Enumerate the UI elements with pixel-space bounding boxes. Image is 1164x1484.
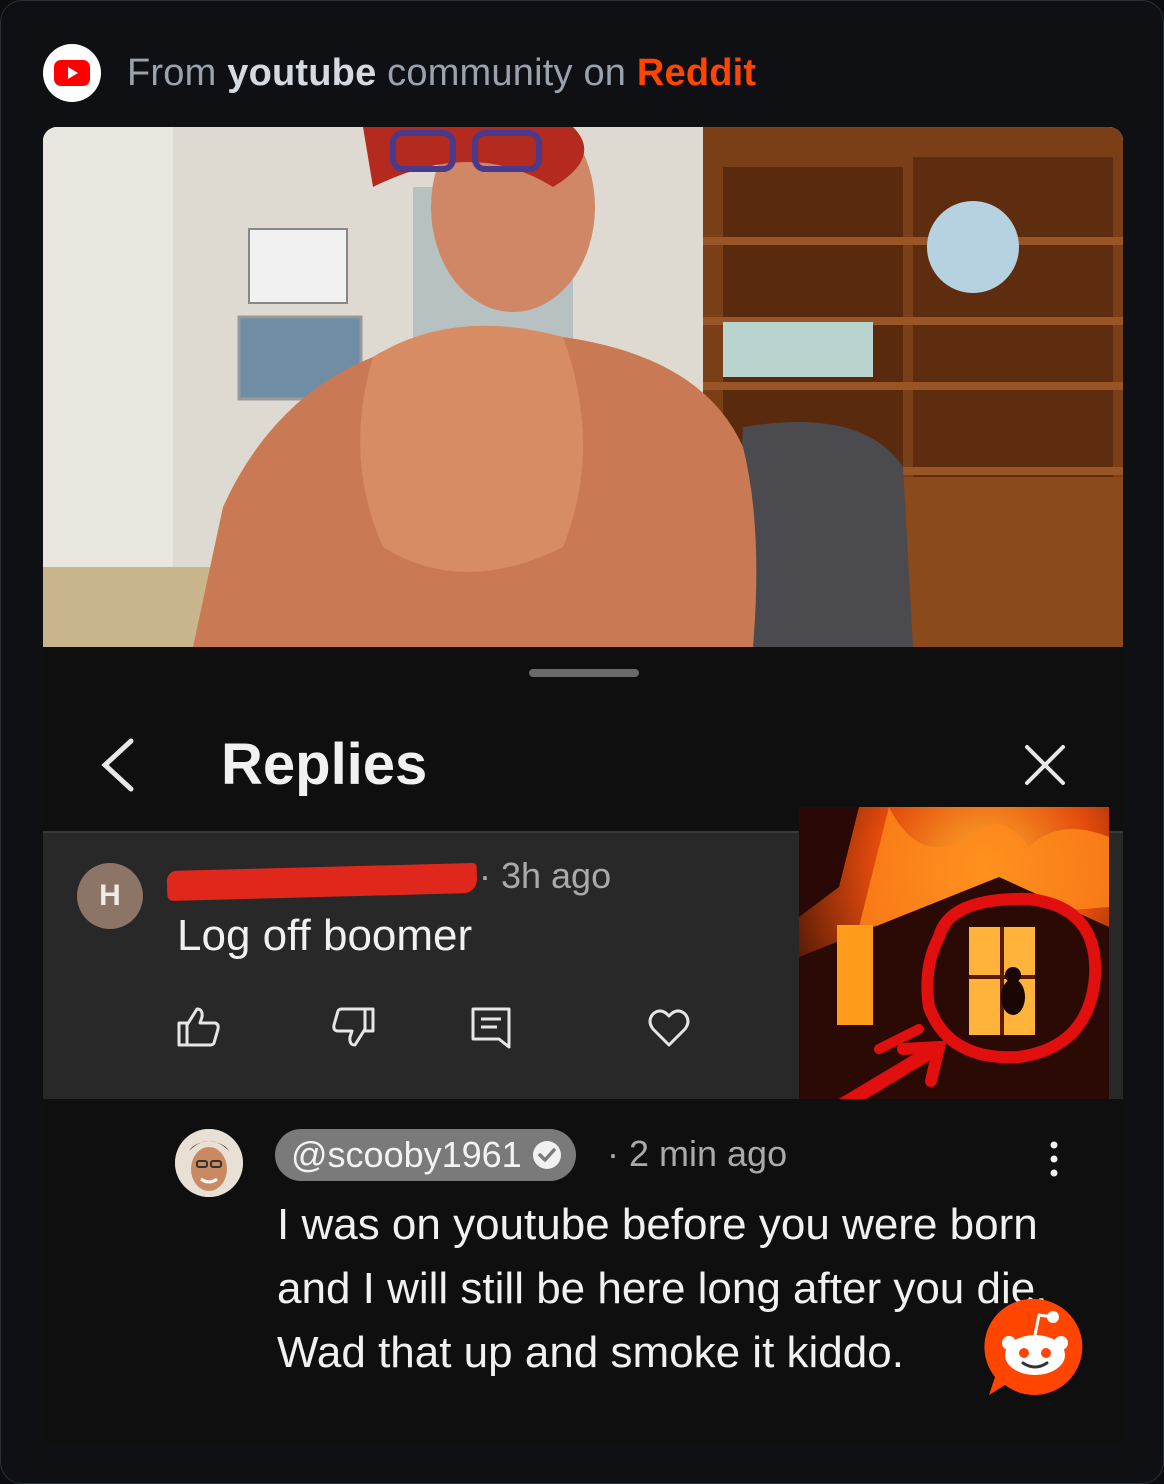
replies-screenshot: Replies H · 3h ago Log off boomer @scoob… (43, 647, 1123, 1443)
chevron-left-icon[interactable] (99, 737, 139, 793)
youtube-logo-icon (43, 44, 101, 102)
source-label: From youtube community on Reddit (127, 51, 757, 94)
more-vertical-icon[interactable] (1047, 1139, 1061, 1179)
channel-handle[interactable]: @scooby1961 (275, 1129, 576, 1181)
reddit-snoo-icon (984, 1298, 1083, 1395)
community-link[interactable]: youtube (227, 52, 376, 94)
heart-icon[interactable] (645, 1003, 693, 1051)
avatar[interactable] (175, 1129, 243, 1197)
comment-time: · 3h ago (479, 855, 612, 896)
reddit-link[interactable]: Reddit (637, 52, 756, 94)
reply-icon[interactable] (467, 1003, 515, 1051)
comment-time: · 2 min ago (607, 1133, 788, 1174)
drag-handle[interactable] (529, 669, 639, 677)
avatar[interactable]: H (77, 863, 143, 929)
thumbs-up-icon[interactable] (175, 1003, 223, 1051)
post-card: From youtube community on Reddit Replies… (0, 0, 1164, 1484)
check-circle-icon (532, 1141, 561, 1169)
comment-text: I was on youtube before you were born an… (277, 1200, 1048, 1377)
reply-comment: @scooby1961 · 2 min ago I was on youtube… (43, 1099, 1123, 1443)
thumbs-down-icon[interactable] (329, 1003, 377, 1051)
burning-house-image (799, 807, 1109, 1123)
replies-title: Replies (221, 732, 428, 797)
redacted-username (166, 862, 478, 902)
video-frame-image (43, 127, 1123, 647)
close-icon[interactable] (1021, 741, 1069, 789)
source-header: From youtube community on Reddit (43, 43, 756, 103)
comment-text: Log off boomer (177, 911, 473, 960)
